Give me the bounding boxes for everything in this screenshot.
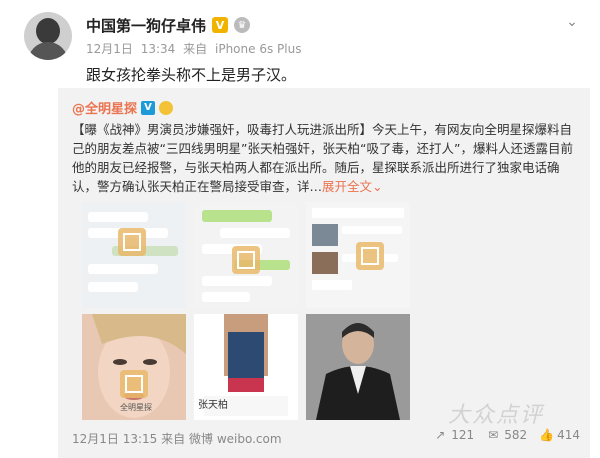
logo-caption: 全明星探 [120, 403, 152, 412]
thumbnail-6[interactable] [306, 314, 410, 420]
repost-text-tail2: 正在警局接受审查，详… [184, 179, 323, 194]
repost-action[interactable]: ↗ 121 [433, 428, 474, 442]
thumbnail-2[interactable] [194, 202, 298, 308]
chat-screenshot-1 [82, 202, 186, 308]
chat-screenshot-2 [194, 202, 298, 308]
thumbs-up-icon: 👍 [539, 428, 555, 442]
repost-emoji-icon [159, 100, 174, 115]
weibo-post: 中国第一狗仔卓伟 V ♛ ⌄ 12月1日 13:34 来自 iPhone 6s … [0, 0, 600, 458]
author-name[interactable]: 中国第一狗仔卓伟 [86, 15, 206, 36]
like-count: 414 [557, 428, 580, 442]
repost-text: 【曝《战神》男演员涉嫌强奸，吸毒打人玩进派出所】今天上午，有网友向全明星探爆料自… [72, 120, 580, 196]
repost-author-name[interactable]: @全明星探 [72, 98, 137, 117]
thumbnail-5[interactable]: 张天柏 [194, 314, 298, 420]
comment-icon: ✉ [488, 428, 499, 442]
repost-text-name: 张天柏 [247, 141, 285, 156]
comment-action[interactable]: ✉ 582 [486, 428, 527, 442]
post-source-prefix: 来自 [183, 42, 208, 56]
watermark-text: 大众点评 [448, 403, 545, 428]
portrait-photo [306, 314, 410, 420]
avatar-body-shape [28, 42, 68, 60]
thumbnail-1[interactable] [82, 202, 186, 308]
author-row: 中国第一狗仔卓伟 V ♛ [86, 14, 251, 36]
chevron-down-icon[interactable]: ⌄ [372, 179, 382, 194]
member-crown-icon: ♛ [234, 17, 251, 33]
repost-author-row: @全明星探 V [72, 98, 174, 117]
thumbnail-4[interactable]: 全明星探 [82, 314, 186, 420]
comment-count: 582 [504, 428, 528, 442]
repost-date: 12月1日 [72, 432, 119, 446]
avatar[interactable] [24, 12, 72, 60]
repost-source-prefix: 来自 [161, 432, 186, 446]
repost-footer: 12月1日 13:15 来自 微博 weibo.com [72, 430, 282, 447]
repost-count: 121 [451, 428, 475, 442]
repost-text-name2: 张天柏 [322, 141, 360, 156]
like-action[interactable]: 👍 414 [539, 428, 580, 442]
post-time: 13:34 [140, 42, 176, 56]
chevron-down-icon[interactable]: ⌄ [562, 14, 582, 30]
thumbnail-caption: 张天柏 [198, 400, 228, 411]
repost-actions: ↗ 121 ✉ 582 👍 414 [433, 428, 580, 442]
post-text: 跟女孩抡拳头称不上是男子汉。 [86, 66, 297, 84]
post-device[interactable]: iPhone 6s Plus [215, 42, 301, 56]
chat-screenshot-3 [306, 202, 410, 308]
repost-text-name4: 张天柏 [147, 179, 185, 194]
thumbnail-3[interactable] [306, 202, 410, 308]
repost-icon: ↗ [435, 428, 446, 442]
repost-time: 13:15 [122, 432, 158, 446]
repost-verified-badge-icon: V [141, 100, 156, 115]
verified-badge-icon: V [212, 17, 229, 33]
avatar-head-shape [36, 18, 60, 44]
expand-full-text-link[interactable]: 展开全文 [322, 179, 372, 194]
repost-text-name3: 张天柏 [197, 160, 235, 175]
post-meta: 12月1日 13:34 来自 iPhone 6s Plus [86, 40, 305, 57]
repost-text-mid1: 强奸， [284, 141, 323, 156]
post-date: 12月1日 [86, 42, 133, 56]
repost-source[interactable]: 微博 weibo.com [189, 432, 282, 446]
